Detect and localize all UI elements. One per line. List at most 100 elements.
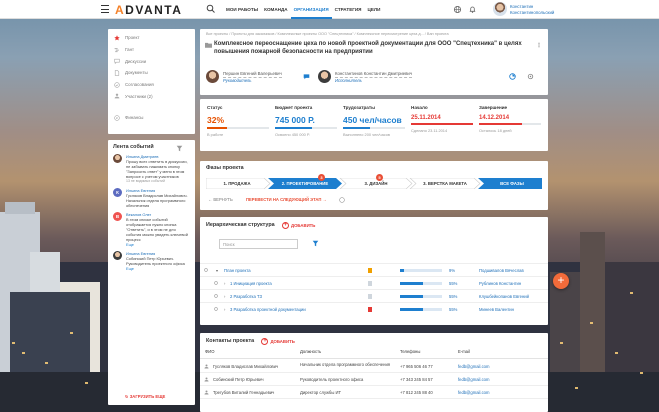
chevron-right-icon[interactable]: › bbox=[224, 307, 225, 312]
nav-my-work[interactable]: Мои работы bbox=[223, 0, 261, 19]
chevron-right-icon[interactable]: › bbox=[224, 281, 225, 286]
filter-icon[interactable] bbox=[176, 145, 183, 152]
sidebar-item-project[interactable]: Проект bbox=[108, 32, 195, 44]
user-avatar[interactable] bbox=[493, 2, 507, 16]
info-icon[interactable] bbox=[339, 197, 345, 203]
filter-icon[interactable] bbox=[312, 240, 319, 247]
phase-step-sale[interactable]: 1. ПРОДАЖА bbox=[206, 178, 268, 189]
contacts-header: ФИО Должность Телефоны E-mail bbox=[200, 349, 548, 359]
feed-item[interactable]: Ильина Евгения Собинский Петр Юрьевич. Ру… bbox=[113, 251, 190, 271]
table-row[interactable]: Гусляков Владислав Михайлович Начальник … bbox=[200, 360, 548, 373]
all-phases-link[interactable]: ВСЕ ФАЗЫ bbox=[482, 178, 542, 189]
plus-icon: + bbox=[261, 338, 269, 345]
load-more-button[interactable]: ↻ ЗАГРУЗИТЬ ЕЩЕ bbox=[125, 394, 165, 399]
table-row[interactable]: Собинский Петр Юрьевич Руководитель прое… bbox=[200, 373, 548, 386]
avatar bbox=[113, 154, 122, 163]
gantt-icon bbox=[114, 47, 120, 53]
more-icon[interactable] bbox=[536, 42, 542, 48]
hierarchy-search-input[interactable]: Поиск bbox=[219, 239, 298, 249]
table-row[interactable]: ▾ План проекта 9% Подшивалов Вячеслав bbox=[200, 263, 548, 276]
flag-icon[interactable] bbox=[368, 293, 372, 299]
progress-bar bbox=[343, 127, 405, 129]
phase-step-design-current[interactable]: 2. ПРОЕКТИРОВАНИЕ bbox=[270, 178, 340, 189]
stat-end[interactable]: Завершение 14.12.2014 Осталось 18 дней bbox=[476, 105, 544, 145]
avatar bbox=[206, 70, 219, 83]
feed-item[interactable]: Ильина Дмитриев Прошу всех ответить в дис… bbox=[113, 154, 190, 184]
chart-icon[interactable] bbox=[509, 73, 516, 80]
project-executor[interactable]: Константинов Константин Дмитриевич Исполн… bbox=[318, 70, 413, 83]
breadcrumb[interactable]: Все проекты / Проекты для заказчиков / К… bbox=[206, 32, 542, 36]
project-sidebar: Проект Гант Дискуссии Документы Согласов… bbox=[108, 29, 195, 134]
event-feed: Лента событий Ильина Дмитриев Прошу всех … bbox=[108, 140, 195, 405]
add-fab-button[interactable]: + bbox=[553, 273, 569, 289]
phase-title: Фазы проекта bbox=[206, 165, 244, 171]
chevron-down-icon[interactable]: ▾ bbox=[216, 268, 218, 273]
sidebar-item-discussions[interactable]: Дискуссии bbox=[108, 55, 195, 67]
search-icon[interactable] bbox=[206, 4, 216, 14]
globe-icon[interactable] bbox=[453, 5, 462, 14]
feed-item[interactable]: В Векалов Олег В этом списке событий отоб… bbox=[113, 212, 190, 247]
progress-bar bbox=[400, 268, 442, 272]
svg-text:₽: ₽ bbox=[116, 116, 118, 120]
sidebar-item-gantt[interactable]: Гант bbox=[108, 44, 195, 56]
add-contact-button[interactable]: + ДОБАВИТЬ bbox=[261, 338, 295, 345]
nav-strategy[interactable]: Стратегия bbox=[332, 0, 365, 19]
flag-icon[interactable] bbox=[368, 306, 372, 312]
settings-icon[interactable] bbox=[527, 73, 534, 80]
settings-icon[interactable] bbox=[214, 281, 218, 285]
phase-step-layout[interactable]: 3. ВЕРСТКА МАКЕТА bbox=[412, 178, 478, 189]
stat-labor[interactable]: Трудозатраты 450 чел/часов Выполнено 200… bbox=[340, 105, 408, 145]
nav-organization[interactable]: Организация bbox=[290, 0, 332, 19]
top-bar: ADVANTA Мои работы Команда Организация С… bbox=[0, 0, 659, 19]
bell-icon[interactable] bbox=[468, 5, 477, 14]
users-icon bbox=[114, 93, 120, 99]
star-icon bbox=[114, 35, 120, 41]
hierarchy-title: Иерархическая структура bbox=[206, 222, 275, 228]
progress-bar bbox=[400, 307, 442, 311]
avatar: К bbox=[113, 188, 122, 197]
chat-icon[interactable] bbox=[303, 73, 310, 80]
project-manager[interactable]: Першин Евгений Валерьевич Руководитель bbox=[206, 70, 282, 83]
user-icon bbox=[204, 364, 209, 369]
chat-icon bbox=[114, 58, 120, 65]
settings-icon[interactable] bbox=[214, 294, 218, 298]
project-stats: Статус 32% В работе Бюджет проекта 745 0… bbox=[200, 99, 548, 151]
stat-start[interactable]: Начало 25.11.2014 Сделано 23.11.2014 bbox=[408, 105, 476, 145]
nav-team[interactable]: Команда bbox=[261, 0, 290, 19]
flag-icon[interactable] bbox=[368, 280, 372, 286]
main-nav: Мои работы Команда Организация Стратегия… bbox=[223, 0, 383, 19]
feed-item[interactable]: К Ильина Евгения Гусляков Владислав Михай… bbox=[113, 188, 190, 208]
sidebar-item-finance[interactable]: ₽ Финансы bbox=[108, 112, 195, 124]
table-row[interactable]: › 1 Инициация проекта 55% Рублинов Конст… bbox=[200, 276, 548, 289]
avatar bbox=[113, 251, 122, 260]
flag-icon[interactable] bbox=[368, 267, 372, 273]
sidebar-item-documents[interactable]: Документы bbox=[108, 67, 195, 79]
phase-badge: 5 bbox=[376, 174, 383, 181]
settings-icon[interactable] bbox=[214, 307, 218, 311]
page-title: Комплексное переоснащение цеха по новой … bbox=[214, 41, 522, 55]
nav-goals[interactable]: Цели bbox=[364, 0, 383, 19]
stat-status[interactable]: Статус 32% В работе bbox=[204, 105, 272, 145]
table-row[interactable]: › 2 Разработка ТЗ 55% Клушбейкопанов Евг… bbox=[200, 289, 548, 302]
sidebar-item-participants[interactable]: Участники (2) bbox=[108, 90, 195, 102]
chevron-right-icon[interactable]: › bbox=[224, 294, 225, 299]
arrow-right-icon: → bbox=[321, 197, 327, 202]
avatar: В bbox=[113, 212, 122, 221]
progress-bar bbox=[400, 294, 442, 298]
table-row[interactable]: › 3 Разработка проектной документации 55… bbox=[200, 302, 548, 315]
settings-icon[interactable] bbox=[204, 268, 208, 272]
back-button[interactable]: ← ВЕРНУТЬ bbox=[208, 197, 233, 202]
menu-icon[interactable] bbox=[101, 5, 109, 13]
app-logo[interactable]: ADVANTA bbox=[115, 3, 182, 17]
user-icon bbox=[204, 390, 209, 395]
sidebar-item-approvals[interactable]: Согласования bbox=[108, 79, 195, 91]
add-task-button[interactable]: + ДОБАВИТЬ bbox=[282, 222, 315, 229]
stat-budget[interactable]: Бюджет проекта 745 000 Р. Освоено 450 00… bbox=[272, 105, 340, 145]
project-phases: Фазы проекта 1. ПРОДАЖА 2. ПРОЕКТИРОВАНИ… bbox=[200, 161, 548, 210]
table-row[interactable]: Трегубов Виталий Геннадьевич Директор сл… bbox=[200, 386, 548, 399]
user-name[interactable]: Константин Константинопольский bbox=[510, 4, 554, 15]
phase-badge: 3 bbox=[318, 174, 325, 181]
progress-bar bbox=[207, 127, 269, 129]
folder-icon bbox=[205, 42, 212, 48]
next-stage-button[interactable]: ПЕРЕВЕСТИ НА СЛЕДУЮЩИЙ ЭТАП → bbox=[246, 197, 327, 202]
